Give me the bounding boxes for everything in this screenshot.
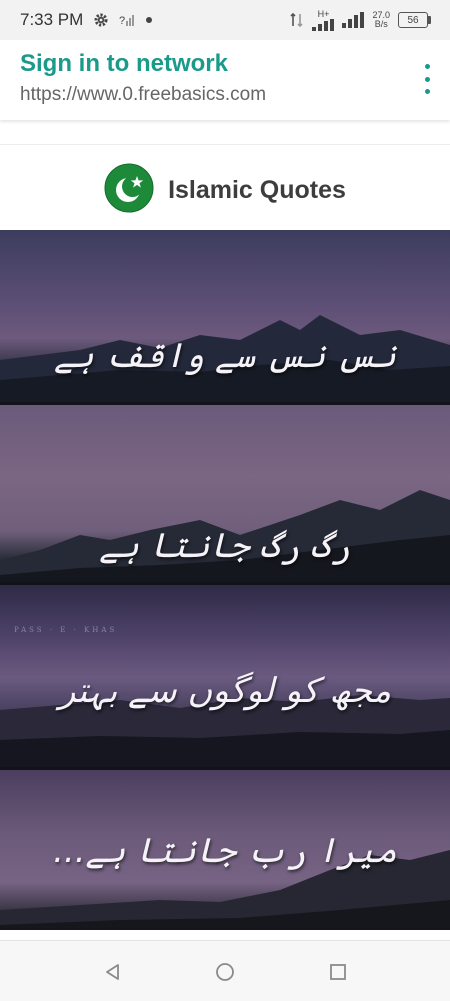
pakistan-flag-icon [104, 163, 154, 217]
network-speed: 27.0 B/s [372, 10, 390, 29]
browser-header: Sign in to network https://www.0.freebas… [0, 40, 450, 120]
brand-row: Islamic Quotes [0, 150, 450, 230]
battery-level: 56 [407, 14, 419, 26]
page-title: Sign in to network [20, 50, 228, 77]
wifi-unknown-icon: ? [119, 13, 135, 27]
data-arrows-icon [290, 12, 304, 28]
image-watermark: PASS · E · KHAS [14, 626, 118, 634]
quote-line-1: نس نس سے واقف ہے [53, 336, 397, 376]
status-time: 7:33 PM [20, 10, 84, 29]
battery-icon: 56 [398, 12, 431, 28]
page-url: https://www.0.freebasics.com [20, 84, 267, 105]
signal-hplus-icon: H+ [312, 9, 335, 31]
overflow-menu-icon[interactable] [422, 64, 432, 94]
status-bar: 7:33 PM ? H+ 27.0 B/s 56 [0, 0, 450, 40]
signal-bars-icon [342, 12, 365, 28]
notification-dot-icon [145, 16, 153, 24]
system-nav-bar [0, 940, 450, 1001]
svg-text:?: ? [119, 15, 125, 27]
settings-gear-icon [93, 12, 109, 28]
quote-line-2: رگ رگ جانتا ہے [99, 526, 351, 566]
content-divider [0, 144, 450, 145]
brand-title: Islamic Quotes [168, 175, 346, 204]
quote-line-3: مجھ کو لوگوں سے بہتر [58, 671, 392, 711]
quote-line-4: میرا رب جانتا ہے... [53, 831, 397, 871]
home-circle-icon[interactable] [214, 961, 236, 983]
quote-image: نس نس سے واقف ہے رگ رگ جانتا ہے مجھ کو ل… [0, 230, 450, 930]
recents-square-icon[interactable] [327, 961, 349, 983]
back-triangle-icon[interactable] [102, 961, 124, 983]
